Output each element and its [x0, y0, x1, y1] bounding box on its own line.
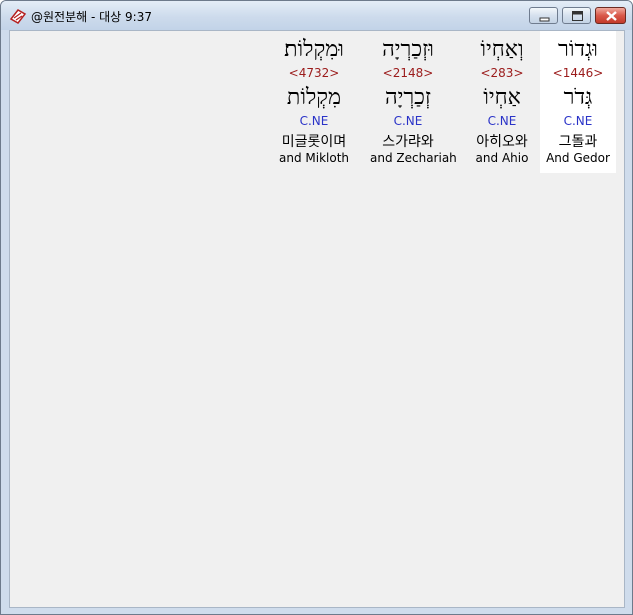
bible-app-icon[interactable]	[9, 7, 27, 25]
strong-number[interactable]: <2148>	[370, 66, 446, 80]
english-gloss: and Mikloth	[278, 151, 349, 165]
close-button[interactable]	[595, 7, 626, 24]
maximize-icon	[572, 11, 583, 21]
english-gloss: and Zechariah	[370, 151, 457, 165]
korean-gloss: 스가랴와	[382, 134, 434, 150]
hebrew-lemma: זְכַרְיָה	[384, 85, 432, 110]
strong-number[interactable]: <4732>	[276, 66, 352, 80]
hebrew-word: וּמִקְלוֹת׃	[284, 37, 344, 62]
minimize-icon	[539, 17, 550, 22]
app-window: @원전분해 - 대상 9:37 וּגְדוֹר <1446> גְּדֹר C…	[0, 0, 633, 615]
korean-gloss: 아히오와	[476, 134, 528, 150]
window-title: @원전분해 - 대상 9:37	[31, 10, 152, 24]
word-column[interactable]: וְאַחְיוֹ <283> אַחְיוֹ C.NE 아히오와 and Ah…	[464, 31, 540, 173]
grammar-code[interactable]: C.NE	[276, 114, 352, 128]
korean-gloss: 그돌과	[558, 134, 598, 150]
grammar-code[interactable]: C.NE	[370, 114, 446, 128]
hebrew-lemma: מִקְלוֹת	[286, 85, 342, 110]
hebrew-lemma: אַחְיוֹ	[483, 85, 521, 110]
english-gloss: and Ahio	[475, 151, 529, 165]
hebrew-word: וּזְכַרְיָה	[382, 37, 434, 62]
hebrew-lemma: גְּדֹר	[563, 85, 593, 110]
hebrew-word: וְאַחְיוֹ	[480, 37, 524, 62]
grammar-code[interactable]: C.NE	[540, 114, 616, 128]
strong-number[interactable]: <283>	[464, 66, 540, 80]
korean-gloss: 미글롯이며	[281, 134, 347, 150]
title-bar[interactable]: @원전분해 - 대상 9:37	[1, 1, 632, 30]
minimize-button[interactable]	[529, 7, 558, 24]
english-gloss: And Gedor	[546, 151, 610, 165]
word-column[interactable]: וּגְדוֹר <1446> גְּדֹר C.NE 그돌과 And Gedo…	[540, 31, 616, 173]
hebrew-word: וּגְדוֹר	[558, 37, 598, 62]
analysis-pane[interactable]: וּגְדוֹר <1446> גְּדֹר C.NE 그돌과 And Gedo…	[9, 30, 625, 608]
word-column[interactable]: וּזְכַרְיָה <2148> זְכַרְיָה C.NE 스가랴와 a…	[370, 31, 457, 173]
maximize-button[interactable]	[562, 7, 591, 24]
grammar-code[interactable]: C.NE	[464, 114, 540, 128]
strong-number[interactable]: <1446>	[540, 66, 616, 80]
word-columns: וּגְדוֹר <1446> גְּדֹר C.NE 그돌과 And Gedo…	[258, 31, 616, 173]
close-icon	[606, 11, 617, 21]
word-column[interactable]: וּמִקְלוֹת׃ <4732> מִקְלוֹת C.NE 미글롯이며 a…	[276, 31, 352, 173]
